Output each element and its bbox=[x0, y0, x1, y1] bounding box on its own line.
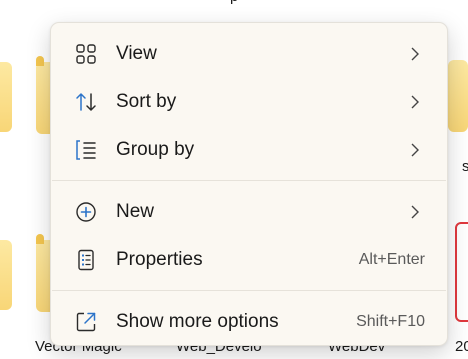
keyboard-shortcut: Alt+Enter bbox=[358, 251, 425, 268]
chevron-right-icon bbox=[411, 143, 419, 157]
top-partial-label: p bbox=[230, 0, 238, 5]
folder-icon[interactable] bbox=[448, 60, 468, 132]
menu-item-sort-by[interactable]: Sort by bbox=[59, 82, 439, 122]
folder-icon[interactable] bbox=[0, 240, 12, 310]
menu-separator bbox=[52, 290, 446, 291]
chevron-right-icon bbox=[411, 205, 419, 219]
menu-item-label: Properties bbox=[116, 249, 203, 270]
menu-item-group-by[interactable]: Group by bbox=[59, 130, 439, 170]
selected-item-outline[interactable] bbox=[455, 222, 468, 322]
menu-item-label: Sort by bbox=[116, 91, 177, 112]
menu-item-view[interactable]: View bbox=[59, 34, 439, 74]
context-menu: View Sort by Group by New Properties Alt… bbox=[50, 22, 448, 346]
open-external-icon bbox=[76, 312, 96, 332]
chevron-right-icon bbox=[411, 47, 419, 61]
menu-item-show-more-options[interactable]: Show more options Shift+F10 bbox=[59, 302, 439, 342]
menu-item-label: View bbox=[116, 43, 157, 64]
menu-item-properties[interactable]: Properties Alt+Enter bbox=[59, 240, 439, 280]
sort-arrows-icon bbox=[76, 93, 96, 111]
chevron-right-icon bbox=[411, 95, 419, 109]
menu-separator bbox=[52, 180, 446, 181]
partial-text: s bbox=[462, 158, 468, 175]
menu-item-label: Show more options bbox=[116, 311, 279, 332]
menu-item-label: Group by bbox=[116, 139, 195, 160]
folder-icon[interactable] bbox=[0, 62, 12, 132]
keyboard-shortcut: Shift+F10 bbox=[356, 313, 425, 330]
grid-icon bbox=[76, 44, 96, 64]
properties-icon bbox=[78, 249, 94, 271]
folder-label-partial[interactable]: 202 bbox=[455, 338, 468, 355]
menu-item-new[interactable]: New bbox=[59, 192, 439, 232]
menu-item-label: New bbox=[116, 201, 155, 222]
plus-circle-icon bbox=[76, 202, 96, 222]
group-list-icon bbox=[76, 140, 96, 160]
